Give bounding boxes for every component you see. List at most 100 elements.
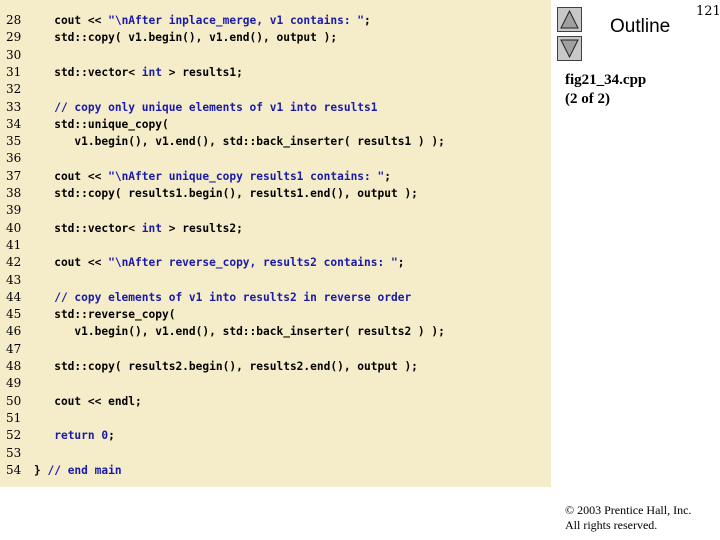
code-text: v1.begin(), v1.end(), std::back_inserter…: [34, 323, 445, 340]
code-token: std::vector<: [34, 221, 142, 235]
triangle-down-icon: [560, 39, 579, 58]
code-text: std::reverse_copy(: [34, 306, 175, 323]
code-line: 46 v1.begin(), v1.end(), std::back_inser…: [0, 323, 551, 340]
line-number: 31: [6, 64, 22, 79]
code-text: std::vector< int > results2;: [34, 220, 243, 237]
line-number: 48: [6, 359, 22, 373]
code-text: return 0;: [34, 427, 115, 444]
line-number: 30: [6, 47, 22, 62]
line-number: 53: [6, 445, 22, 460]
line-number: 45: [6, 307, 22, 322]
line-number: 42: [6, 255, 22, 270]
code-comment: // end main: [47, 463, 122, 477]
code-line: 40 std::vector< int > results2;: [0, 220, 551, 237]
code-line: 42 cout << "\nAfter reverse_copy, result…: [0, 254, 551, 271]
code-listing: 28 cout << "\nAfter inplace_merge, v1 co…: [0, 0, 551, 487]
code-line: 41: [0, 237, 551, 254]
code-string: "\nAfter inplace_merge, v1 contains: ": [108, 14, 365, 27]
code-token: > results1;: [162, 65, 243, 79]
code-line: 51: [0, 410, 551, 427]
code-line: 33 // copy only unique elements of v1 in…: [0, 99, 551, 116]
file-caption: fig21_34.cpp (2 of 2): [565, 71, 646, 109]
previous-slide-button[interactable]: [557, 7, 582, 32]
code-line: 34 std::unique_copy(: [0, 116, 551, 133]
line-number: 49: [6, 376, 22, 391]
code-text: cout << "\nAfter inplace_merge, v1 conta…: [34, 12, 371, 29]
code-text: std::copy( v1.begin(), v1.end(), output …: [34, 29, 337, 46]
code-line: 30: [0, 47, 551, 64]
code-line: 36: [0, 150, 551, 167]
line-number: 39: [6, 203, 22, 218]
code-token: std::reverse_copy(: [34, 308, 176, 322]
line-number: 44: [6, 289, 22, 304]
code-line: 29 std::copy( v1.begin(), v1.end(), outp…: [0, 29, 551, 46]
line-number: 41: [6, 237, 22, 252]
code-line: 44 // copy elements of v1 into results2 …: [0, 289, 551, 306]
line-number: 33: [6, 99, 22, 114]
code-line: 47: [0, 341, 551, 358]
code-token: std::unique_copy(: [34, 117, 169, 131]
code-text: std::vector< int > results1;: [34, 64, 243, 81]
code-line: 28 cout << "\nAfter inplace_merge, v1 co…: [0, 12, 551, 29]
line-number: 47: [6, 341, 22, 356]
code-token: ;: [397, 256, 405, 270]
code-token: std::copy( results2.begin(), results2.en…: [34, 360, 418, 373]
code-text: std::unique_copy(: [34, 116, 169, 133]
code-token: v1.begin(), v1.end(), std::back_inserter…: [34, 325, 445, 339]
line-number: 36: [6, 151, 22, 166]
code-text: // copy elements of v1 into results2 in …: [34, 289, 411, 306]
line-number: 40: [6, 220, 22, 235]
outline-title: Outline: [610, 16, 671, 37]
code-token: ;: [364, 14, 371, 27]
code-line: 37 cout << "\nAfter unique_copy results1…: [0, 168, 551, 185]
code-line: 39: [0, 202, 551, 219]
rights-line: All rights reserved.: [565, 518, 658, 532]
line-number: 38: [6, 186, 22, 200]
code-token: ;: [384, 169, 391, 183]
code-text: } // end main: [34, 462, 122, 479]
line-number: 37: [6, 168, 22, 183]
code-line: 43: [0, 272, 551, 289]
code-string: "\nAfter unique_copy results1 contains: …: [108, 169, 385, 183]
code-line: 49: [0, 375, 551, 392]
line-number: 54: [6, 462, 22, 477]
code-line: 48 std::copy( results2.begin(), results2…: [0, 358, 551, 375]
triangle-up-icon: [560, 10, 579, 29]
code-comment: // copy elements of v1 into results2 in …: [34, 290, 412, 304]
line-number: 51: [6, 410, 22, 425]
code-line: 52 return 0;: [0, 427, 551, 444]
code-line: 38 std::copy( results1.begin(), results1…: [0, 185, 551, 202]
code-line: 50 cout << endl;: [0, 393, 551, 410]
code-text: cout << endl;: [34, 393, 142, 410]
code-token: }: [34, 463, 48, 477]
line-number: 52: [6, 428, 22, 443]
code-text: std::copy( results2.begin(), results2.en…: [34, 358, 418, 375]
code-text: v1.begin(), v1.end(), std::back_inserter…: [34, 133, 445, 150]
code-line: 32: [0, 81, 551, 98]
code-keyword: int: [141, 65, 162, 79]
code-text: cout << "\nAfter reverse_copy, results2 …: [34, 254, 404, 271]
line-number: 46: [6, 324, 22, 339]
file-part: (2 of 2): [565, 91, 610, 107]
code-line: 54} // end main: [0, 462, 551, 479]
code-text: // copy only unique elements of v1 into …: [34, 99, 378, 116]
line-number: 28: [6, 13, 22, 27]
line-number: 34: [6, 116, 22, 131]
line-number: 43: [6, 272, 22, 287]
code-line: 53: [0, 445, 551, 462]
line-number: 35: [6, 134, 22, 149]
code-token: std::copy( results1.begin(), results1.en…: [34, 187, 418, 200]
copyright-notice: © 2003 Prentice Hall, Inc. All rights re…: [565, 503, 691, 533]
code-line: 31 std::vector< int > results1;: [0, 64, 551, 81]
code-token: std::copy( v1.begin(), v1.end(), output …: [34, 31, 338, 45]
code-token: cout <<: [34, 169, 109, 183]
code-token: v1.begin(), v1.end(), std::back_inserter…: [34, 135, 445, 149]
next-slide-button[interactable]: [557, 36, 582, 61]
code-comment: // copy only unique elements of v1 into …: [34, 100, 378, 114]
code-line: 45 std::reverse_copy(: [0, 306, 551, 323]
line-number: 29: [6, 30, 22, 45]
code-token: cout << endl;: [34, 394, 142, 408]
code-token: std::vector<: [34, 65, 142, 79]
code-line: 35 v1.begin(), v1.end(), std::back_inser…: [0, 133, 551, 150]
